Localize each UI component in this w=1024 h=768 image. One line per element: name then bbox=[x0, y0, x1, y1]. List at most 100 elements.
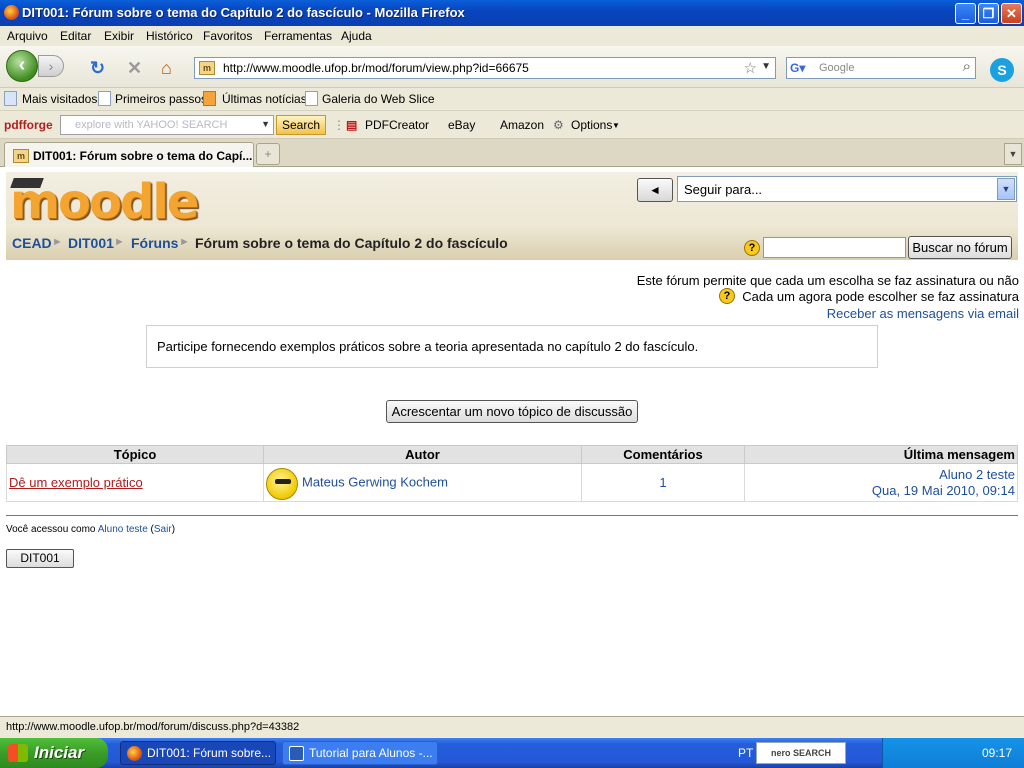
jump-back-button[interactable]: ◄ bbox=[637, 178, 673, 202]
login-info: Você acessou como Aluno teste (Sair) bbox=[6, 524, 176, 535]
avatar[interactable] bbox=[266, 467, 298, 500]
pdfforge-logo[interactable]: pdfforge bbox=[4, 118, 53, 132]
breadcrumb-cead[interactable]: CEAD bbox=[12, 235, 52, 251]
tab-list-dropdown-icon[interactable]: ▼ bbox=[1004, 143, 1022, 165]
bookmark-primeiros-passos[interactable]: Primeiros passos bbox=[115, 92, 207, 106]
menu-editar[interactable]: Editar bbox=[60, 29, 91, 43]
window-title: DIT001: Fórum sobre o tema do Capítulo 2… bbox=[22, 5, 465, 20]
last-post-cell: Aluno 2 teste Qua, 19 Mai 2010, 09:14 bbox=[744, 463, 1018, 502]
chevron-down-icon[interactable]: ▼ bbox=[997, 178, 1015, 200]
bookmark-ultimas-noticias[interactable]: Últimas notícias bbox=[222, 92, 307, 106]
bookmark-star-icon[interactable]: ☆ bbox=[744, 59, 757, 77]
tab-forum[interactable]: m DIT001: Fórum sobre o tema do Capí... bbox=[4, 142, 254, 167]
topic-link[interactable]: Dê um exemplo prático bbox=[7, 475, 143, 490]
author-cell: Mateus Gerwing Kochem bbox=[263, 463, 582, 502]
address-url: http://www.moodle.ufop.br/mod/forum/view… bbox=[223, 61, 529, 75]
subscription-choice: Cada um agora pode escolher se faz assin… bbox=[742, 289, 1019, 304]
forum-search-button[interactable]: Buscar no fórum bbox=[908, 236, 1012, 259]
page-icon bbox=[98, 91, 111, 106]
tab-bar: m DIT001: Fórum sobre o tema do Capí... … bbox=[0, 139, 1024, 167]
amazon-button[interactable]: Amazon bbox=[500, 118, 544, 132]
course-home-button[interactable]: DIT001 bbox=[6, 549, 74, 568]
tab-label: DIT001: Fórum sobre o tema do Capí... bbox=[33, 149, 253, 163]
yahoo-search-button[interactable]: Search bbox=[276, 115, 326, 135]
help-icon[interactable]: ? bbox=[719, 288, 735, 304]
menu-arquivo[interactable]: Arquivo bbox=[7, 29, 48, 43]
reload-icon[interactable]: ↻ bbox=[90, 58, 105, 79]
forward-button[interactable]: › bbox=[38, 55, 64, 77]
new-tab-button[interactable]: + bbox=[256, 143, 280, 165]
last-post-author-link[interactable]: Aluno 2 teste bbox=[939, 467, 1015, 482]
maximize-button[interactable]: ❐ bbox=[978, 3, 999, 24]
footer-divider bbox=[6, 515, 1018, 516]
url-dropdown-icon[interactable]: ▼ bbox=[761, 61, 771, 72]
navigation-toolbar: ‹ › ↻ ✕ ⌂ m http://www.moodle.ufop.br/mo… bbox=[0, 46, 1024, 88]
forum-search-input[interactable] bbox=[763, 237, 906, 258]
stop-icon[interactable]: ✕ bbox=[127, 58, 142, 79]
skype-icon[interactable]: S bbox=[990, 58, 1014, 82]
page-icon bbox=[305, 91, 318, 106]
address-bar[interactable]: m http://www.moodle.ufop.br/mod/forum/vi… bbox=[194, 57, 776, 79]
last-post-date-link[interactable]: Qua, 19 Mai 2010, 09:14 bbox=[872, 483, 1015, 498]
system-tray: 09:17 bbox=[882, 738, 1024, 768]
taskbar: Iniciar DIT001: Fórum sobre... Tutorial … bbox=[0, 738, 1024, 768]
clock[interactable]: 09:17 bbox=[982, 746, 1012, 760]
close-button[interactable]: ✕ bbox=[1001, 3, 1022, 24]
discussion-table: Tópico Autor Comentários Última mensagem… bbox=[6, 445, 1018, 502]
breadcrumb-dit001[interactable]: DIT001 bbox=[68, 235, 114, 251]
jump-to-select[interactable]: Seguir para... ▼ bbox=[677, 176, 1017, 202]
taskbar-item-firefox[interactable]: DIT001: Fórum sobre... bbox=[120, 741, 276, 765]
status-text: http://www.moodle.ufop.br/mod/forum/disc… bbox=[6, 721, 300, 733]
breadcrumb-foruns[interactable]: Fóruns bbox=[131, 235, 178, 251]
bookmark-galeria-web-slice[interactable]: Galeria do Web Slice bbox=[322, 92, 435, 106]
header-autor[interactable]: Autor bbox=[263, 445, 582, 464]
window-title-bar: DIT001: Fórum sobre o tema do Capítulo 2… bbox=[0, 0, 1024, 26]
moodle-favicon: m bbox=[13, 149, 29, 163]
ebay-button[interactable]: eBay bbox=[448, 118, 475, 132]
menu-ferramentas[interactable]: Ferramentas bbox=[264, 29, 332, 43]
menu-bar: Arquivo Editar Exibir Histórico Favorito… bbox=[0, 26, 1024, 46]
menu-exibir[interactable]: Exibir bbox=[104, 29, 134, 43]
home-icon[interactable]: ⌂ bbox=[161, 58, 172, 79]
language-indicator[interactable]: PT bbox=[738, 746, 753, 760]
bookmark-icon bbox=[4, 91, 17, 106]
comments-link[interactable]: 1 bbox=[659, 475, 666, 490]
minimize-button[interactable]: _ bbox=[955, 3, 976, 24]
rss-icon bbox=[203, 91, 216, 106]
forum-intro: Participe fornecendo exemplos práticos s… bbox=[146, 325, 878, 368]
logout-link[interactable]: Sair bbox=[154, 524, 172, 535]
google-icon[interactable]: G▾ bbox=[790, 61, 806, 76]
options-dropdown-icon[interactable]: ▼ bbox=[612, 121, 620, 130]
add-topic-button[interactable]: Acrescentar um novo tópico de discussão bbox=[386, 400, 638, 423]
pdf-icon: ▤ bbox=[346, 118, 358, 132]
header-comentarios[interactable]: Comentários bbox=[581, 445, 745, 464]
help-icon[interactable]: ? bbox=[744, 240, 760, 256]
moodle-favicon: m bbox=[199, 61, 215, 75]
taskbar-item-word[interactable]: Tutorial para Alunos -... bbox=[282, 741, 438, 765]
login-user-link[interactable]: Aluno teste bbox=[98, 524, 148, 535]
pdfcreator-button[interactable]: PDFCreator bbox=[365, 118, 429, 132]
graduation-cap-icon bbox=[10, 178, 44, 188]
menu-ajuda[interactable]: Ajuda bbox=[341, 29, 372, 43]
header-topico[interactable]: Tópico bbox=[6, 445, 264, 464]
menu-favoritos[interactable]: Favoritos bbox=[203, 29, 252, 43]
yahoo-search-input[interactable]: explore with YAHOO! SEARCH ▼ bbox=[60, 115, 274, 135]
menu-historico[interactable]: Histórico bbox=[146, 29, 193, 43]
email-subscription-link[interactable]: Receber as mensagens via email bbox=[827, 306, 1019, 321]
yahoo-placeholder: explore with YAHOO! SEARCH bbox=[75, 119, 228, 131]
back-button[interactable]: ‹ bbox=[6, 50, 38, 82]
search-engine-box[interactable]: G▾ Google ⌕ bbox=[786, 57, 976, 79]
breadcrumb-separator-icon: ► bbox=[179, 236, 190, 248]
author-link[interactable]: Mateus Gerwing Kochem bbox=[302, 474, 448, 489]
start-label: Iniciar bbox=[34, 743, 85, 762]
moodle-logo[interactable]: moodle bbox=[10, 174, 199, 230]
yahoo-dropdown-icon[interactable]: ▼ bbox=[261, 119, 270, 129]
breadcrumb-separator-icon: ► bbox=[52, 236, 63, 248]
bookmark-mais-visitados[interactable]: Mais visitados bbox=[22, 92, 97, 106]
firefox-icon bbox=[4, 5, 19, 20]
start-button[interactable]: Iniciar bbox=[0, 738, 108, 768]
search-icon[interactable]: ⌕ bbox=[963, 58, 971, 75]
options-button[interactable]: Options bbox=[571, 118, 612, 132]
nero-search-box[interactable]: nero SEARCH bbox=[756, 742, 846, 764]
header-ultima-mensagem[interactable]: Última mensagem bbox=[744, 445, 1018, 464]
